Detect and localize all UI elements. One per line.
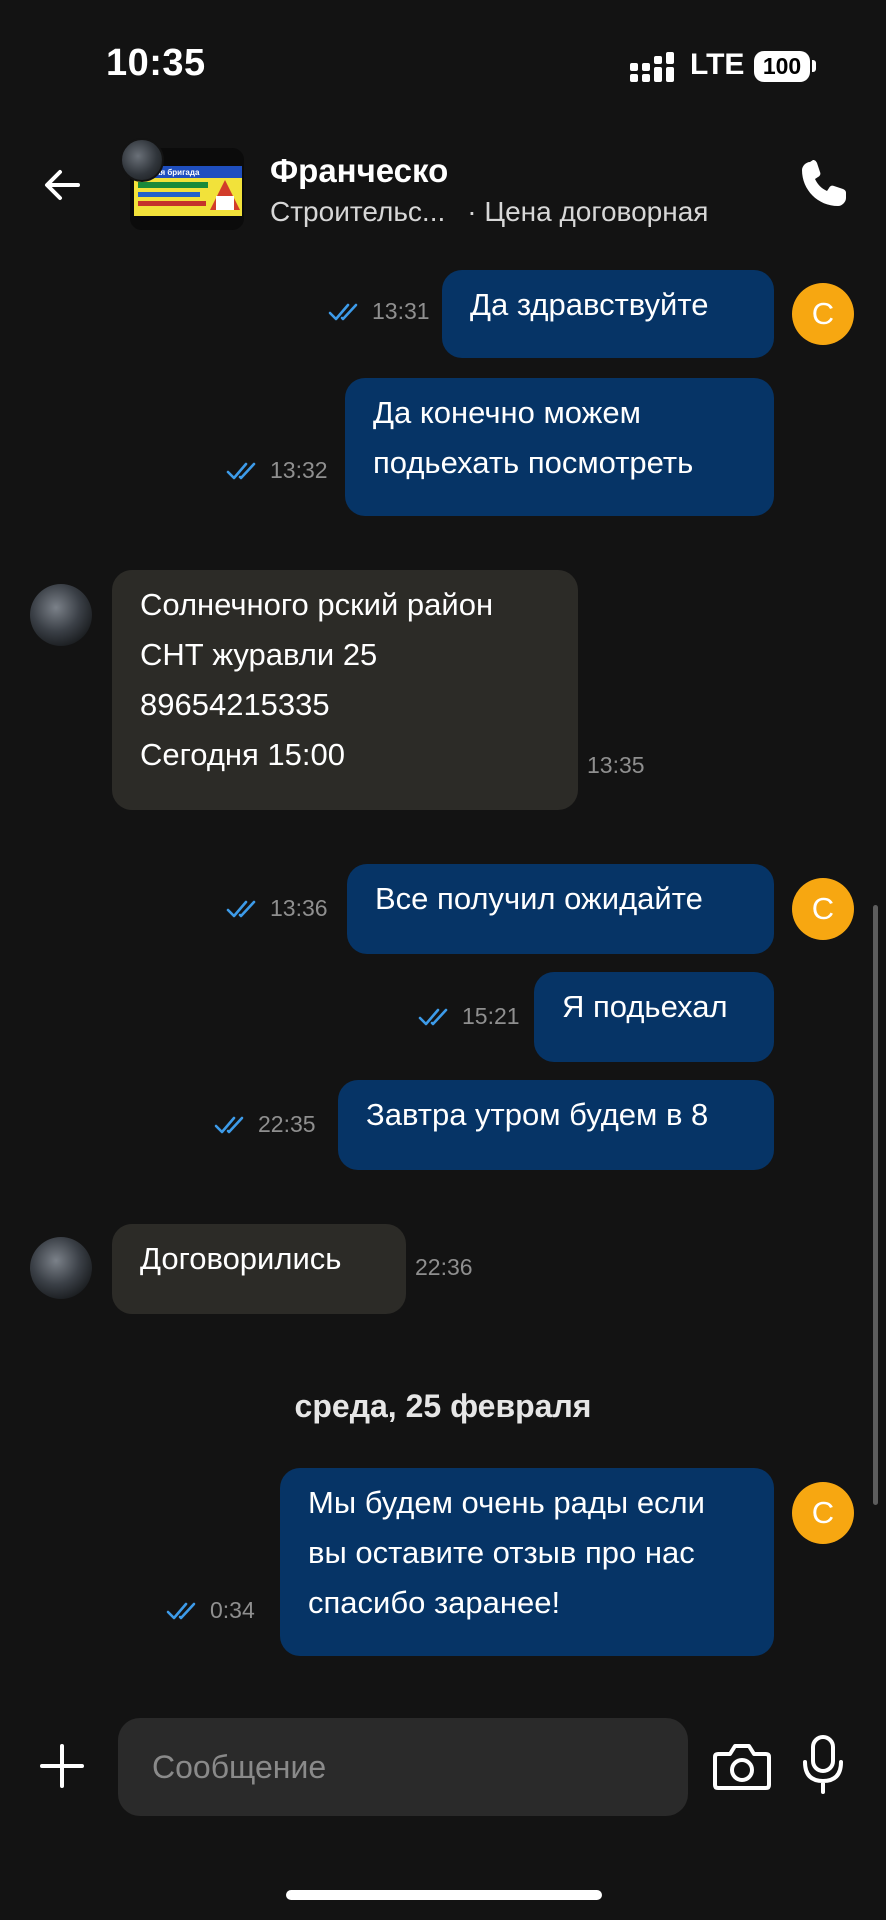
outgoing-message[interactable]: Завтра утром будем в 8 (338, 1080, 774, 1170)
message-time: 13:36 (270, 895, 328, 921)
service-title: Строительс... (270, 196, 446, 227)
outgoing-message[interactable]: Все получил ожидайте (347, 864, 774, 954)
message-time: 22:36 (415, 1254, 473, 1280)
my-avatar: С (792, 878, 854, 940)
double-check-icon (166, 1602, 196, 1619)
date-separator: среда, 25 февраля (294, 1388, 592, 1424)
message-meta: 22:35 (214, 1111, 316, 1138)
contact-subtitle: Строительс... · Цена договорная (270, 196, 708, 228)
chat-screen: 10:35 LTE 100 ая бригада Франческо Строи… (0, 0, 886, 1920)
outgoing-message[interactable]: Мы будем очень рады если вы оставите отз… (280, 1468, 774, 1656)
message-time: 22:35 (258, 1111, 316, 1137)
message-time: 13:35 (587, 752, 645, 778)
contact-name[interactable]: Франческо (270, 152, 448, 190)
message-time: 15:21 (462, 1003, 520, 1029)
incoming-message[interactable]: Договорились (112, 1224, 406, 1314)
home-indicator[interactable] (286, 1890, 602, 1900)
double-check-icon (226, 900, 256, 917)
price-label: · Цена договорная (467, 196, 709, 227)
microphone-icon[interactable] (800, 1734, 846, 1796)
contact-avatar (30, 1237, 92, 1299)
scrollbar[interactable] (873, 905, 878, 1505)
camera-icon[interactable] (712, 1740, 772, 1792)
battery-tip (812, 60, 816, 72)
status-time: 10:35 (106, 42, 206, 84)
signal-bars-icon (630, 52, 674, 82)
outgoing-message[interactable]: Да конечно можем подьехать посмотреть (345, 378, 774, 516)
my-avatar: С (792, 1482, 854, 1544)
message-meta: 15:21 (418, 1003, 520, 1030)
message-meta: 13:36 (226, 895, 328, 922)
outgoing-message[interactable]: Да здравствуйте (442, 270, 774, 358)
message-time: 13:31 (372, 298, 430, 324)
phone-icon[interactable] (796, 158, 850, 212)
message-input[interactable] (118, 1718, 688, 1816)
outgoing-message[interactable]: Я подьехал (534, 972, 774, 1062)
incoming-message[interactable]: Солнечного рский район СНТ журавли 25 89… (112, 570, 578, 810)
svg-text:ая бригада: ая бригада (156, 168, 200, 177)
my-avatar: С (792, 283, 854, 345)
double-check-icon (418, 1008, 448, 1025)
message-meta: 0:34 (166, 1597, 255, 1624)
contact-avatar (30, 584, 92, 646)
network-type: LTE (690, 48, 745, 81)
plus-icon[interactable] (38, 1742, 86, 1790)
back-arrow-icon[interactable] (38, 160, 88, 210)
message-meta: 13:32 (226, 457, 328, 484)
double-check-icon (214, 1116, 244, 1133)
message-time: 0:34 (210, 1597, 255, 1623)
double-check-icon (328, 303, 358, 320)
message-time: 13:32 (270, 457, 328, 483)
double-check-icon (226, 462, 256, 479)
message-meta: 13:31 (328, 298, 430, 325)
battery-indicator: 100 (754, 51, 810, 82)
contact-photo (120, 138, 164, 182)
